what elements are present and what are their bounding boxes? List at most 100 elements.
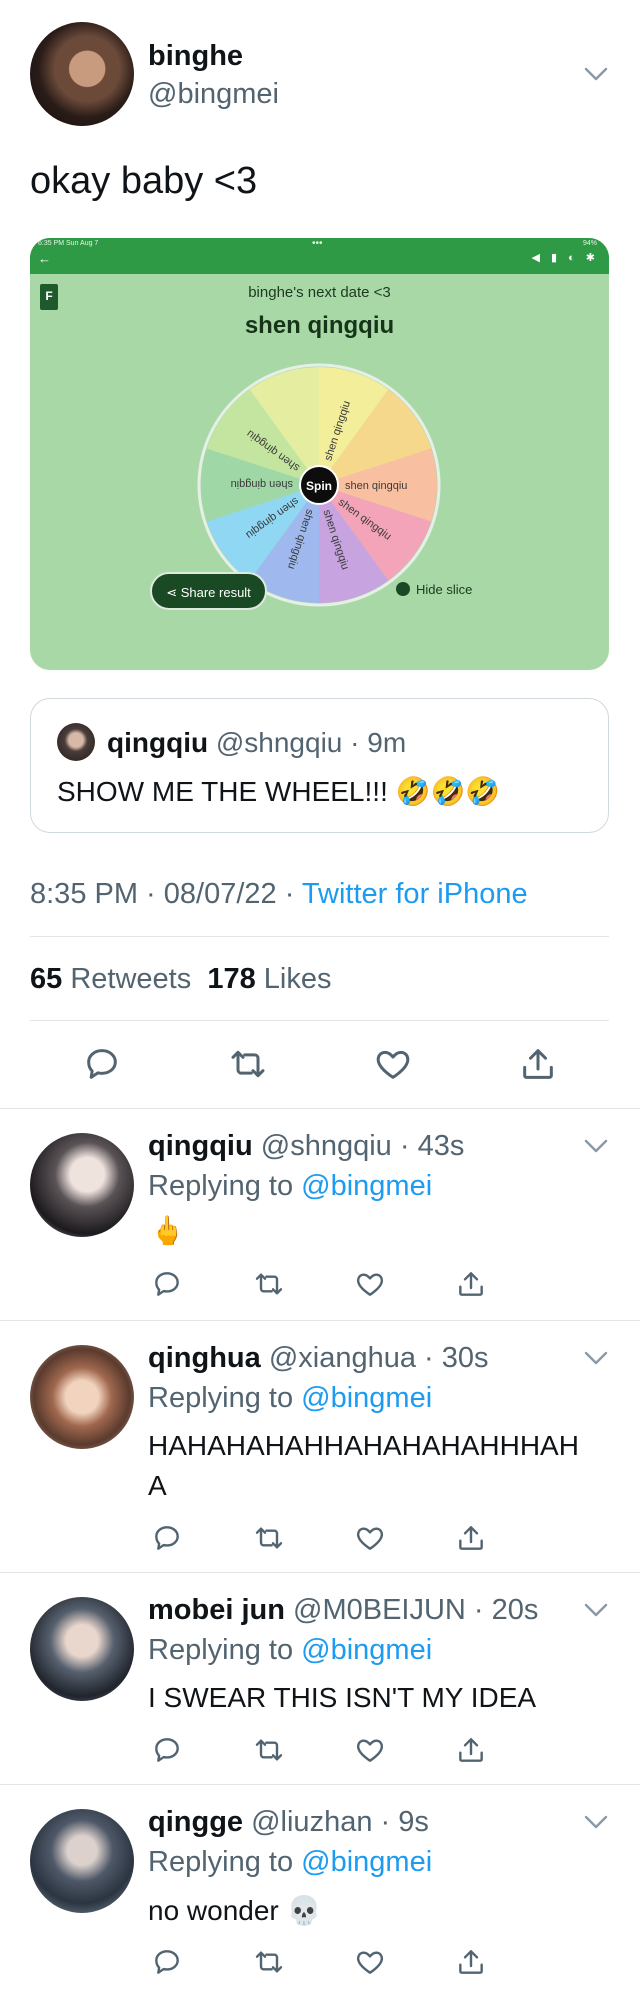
tweet-date: 08/07/22 (163, 878, 277, 910)
reply-handle: @liuzhan (251, 1806, 373, 1838)
like-count: 178 (207, 963, 256, 995)
retweet-icon[interactable] (253, 1268, 285, 1300)
divider (0, 1108, 640, 1109)
reply-handle: @M0BEIJUN (293, 1594, 466, 1626)
quoted-tweet[interactable]: qingqiu @shngqiu · 9m SHOW ME THE WHEEL!… (30, 698, 609, 833)
retweets-label: Retweets (70, 963, 192, 995)
quote-time: 9m (367, 727, 407, 758)
reply-text: no wonder 💀 (148, 1895, 322, 1926)
status-time: 6:35 PM Sun Aug 7 (38, 240, 99, 247)
like-icon[interactable] (373, 1044, 413, 1084)
reply-icon[interactable] (151, 1522, 183, 1554)
author-handle[interactable]: @bingmei (148, 78, 279, 111)
reply-time: 20s (491, 1594, 539, 1626)
reply-handle: @xianghua (268, 1342, 416, 1374)
slice-label: shen qingqiu (345, 480, 407, 492)
quote-author: qingqiu @shngqiu · 9m (107, 727, 407, 758)
retweet-icon[interactable] (253, 1946, 285, 1978)
avatar[interactable] (30, 1345, 134, 1449)
spin-wheel: shen qingqiushen qingqiushen qingqiushen… (197, 363, 441, 607)
divider (30, 1020, 609, 1021)
chevron-down-icon[interactable] (583, 1814, 609, 1830)
reply-time: 9s (398, 1806, 429, 1838)
spin-label: Spin (306, 479, 332, 493)
chevron-down-icon[interactable] (583, 1350, 609, 1366)
author-name[interactable]: binghe (148, 40, 243, 73)
replying-handle[interactable]: @bingmei (301, 1846, 432, 1878)
reply-handle: @shngqiu (260, 1130, 392, 1162)
reply-name: qinghua (148, 1342, 261, 1374)
replying-to: Replying to @bingmei (148, 1382, 432, 1415)
divider (0, 1572, 640, 1573)
replying-to: Replying to @bingmei (148, 1634, 432, 1667)
reply-icon[interactable] (82, 1044, 122, 1084)
slice-label: shen qingqiu (231, 478, 293, 490)
likes-label: Likes (263, 963, 332, 995)
tweet-source[interactable]: Twitter for iPhone (302, 878, 528, 910)
replying-label: Replying to (148, 1634, 294, 1666)
retweet-count: 65 (30, 963, 63, 995)
avatar[interactable] (30, 1597, 134, 1701)
share-icon[interactable] (518, 1044, 558, 1084)
retweet-icon[interactable] (228, 1044, 268, 1084)
avatar[interactable] (30, 22, 134, 126)
divider (30, 936, 609, 937)
reply-time: 30s (441, 1342, 489, 1374)
tweet-text: okay baby <3 (30, 160, 258, 202)
like-icon[interactable] (354, 1268, 386, 1300)
share-icon[interactable] (455, 1522, 487, 1554)
like-icon[interactable] (354, 1522, 386, 1554)
reply-text: I SWEAR THIS ISN'T MY IDEA (148, 1682, 537, 1713)
reply-author[interactable]: qingge @liuzhan · 9s (148, 1806, 429, 1839)
avatar[interactable] (30, 1809, 134, 1913)
divider (0, 1320, 640, 1321)
reply-author[interactable]: mobei jun @M0BEIJUN · 20s (148, 1594, 538, 1627)
toolbar-icons: ◀︎ ▮ ◐ ✱ (531, 252, 599, 264)
wheel-subtitle: binghe's next date <3 (248, 284, 391, 301)
share-icon[interactable] (455, 1946, 487, 1978)
tweet-meta: 8:35 PM · 08/07/22 · Twitter for iPhone (30, 878, 528, 910)
reply-time: 43s (417, 1130, 465, 1162)
replying-label: Replying to (148, 1846, 294, 1878)
like-icon[interactable] (354, 1946, 386, 1978)
retweet-icon[interactable] (253, 1522, 285, 1554)
reply-author[interactable]: qingqiu @shngqiu · 43s (148, 1130, 464, 1163)
replying-label: Replying to (148, 1170, 294, 1202)
wheel-title: shen qingqiu (244, 312, 395, 339)
divider (0, 1784, 640, 1785)
reply-text: 🖕 (150, 1215, 185, 1246)
chevron-down-icon[interactable] (583, 66, 609, 82)
quote-avatar (57, 723, 95, 761)
replying-label: Replying to (148, 1382, 294, 1414)
chevron-down-icon[interactable] (583, 1602, 609, 1618)
status-battery: 94% (582, 240, 597, 247)
reply-icon[interactable] (151, 1734, 183, 1766)
retweet-icon[interactable] (253, 1734, 285, 1766)
share-icon[interactable] (455, 1734, 487, 1766)
more-dots-icon: ••• (312, 238, 323, 249)
replying-handle[interactable]: @bingmei (301, 1170, 432, 1202)
quote-handle: @shngqiu (215, 727, 343, 758)
replying-to: Replying to @bingmei (148, 1846, 432, 1879)
reply-name: qingge (148, 1806, 244, 1838)
reply-text: HAHAHAHAHHAHAHAHAHHHAH (148, 1430, 579, 1461)
attached-image[interactable]: 6:35 PM Sun Aug 7 94% ••• ← ◀︎ ▮ ◐ ✱ F b… (30, 238, 609, 670)
replying-handle[interactable]: @bingmei (301, 1634, 432, 1666)
likes-link[interactable]: 178 Likes (207, 963, 331, 995)
engagement-counts: 65 Retweets 178 Likes (30, 963, 332, 996)
reply-author[interactable]: qinghua @xianghua · 30s (148, 1342, 489, 1375)
chevron-down-icon[interactable] (583, 1138, 609, 1154)
reply-icon[interactable] (151, 1268, 183, 1300)
reply-name: mobei jun (148, 1594, 285, 1626)
share-result-button: ⋖ Share result (150, 572, 267, 610)
reply-icon[interactable] (151, 1946, 183, 1978)
tweet-time: 8:35 PM (30, 878, 138, 910)
share-icon[interactable] (455, 1268, 487, 1300)
reply-name: qingqiu (148, 1130, 253, 1162)
avatar[interactable] (30, 1133, 134, 1237)
replying-handle[interactable]: @bingmei (301, 1382, 432, 1414)
replying-to: Replying to @bingmei (148, 1170, 432, 1203)
reply-text-wrap: A (148, 1470, 167, 1501)
like-icon[interactable] (354, 1734, 386, 1766)
retweets-link[interactable]: 65 Retweets (30, 963, 191, 995)
